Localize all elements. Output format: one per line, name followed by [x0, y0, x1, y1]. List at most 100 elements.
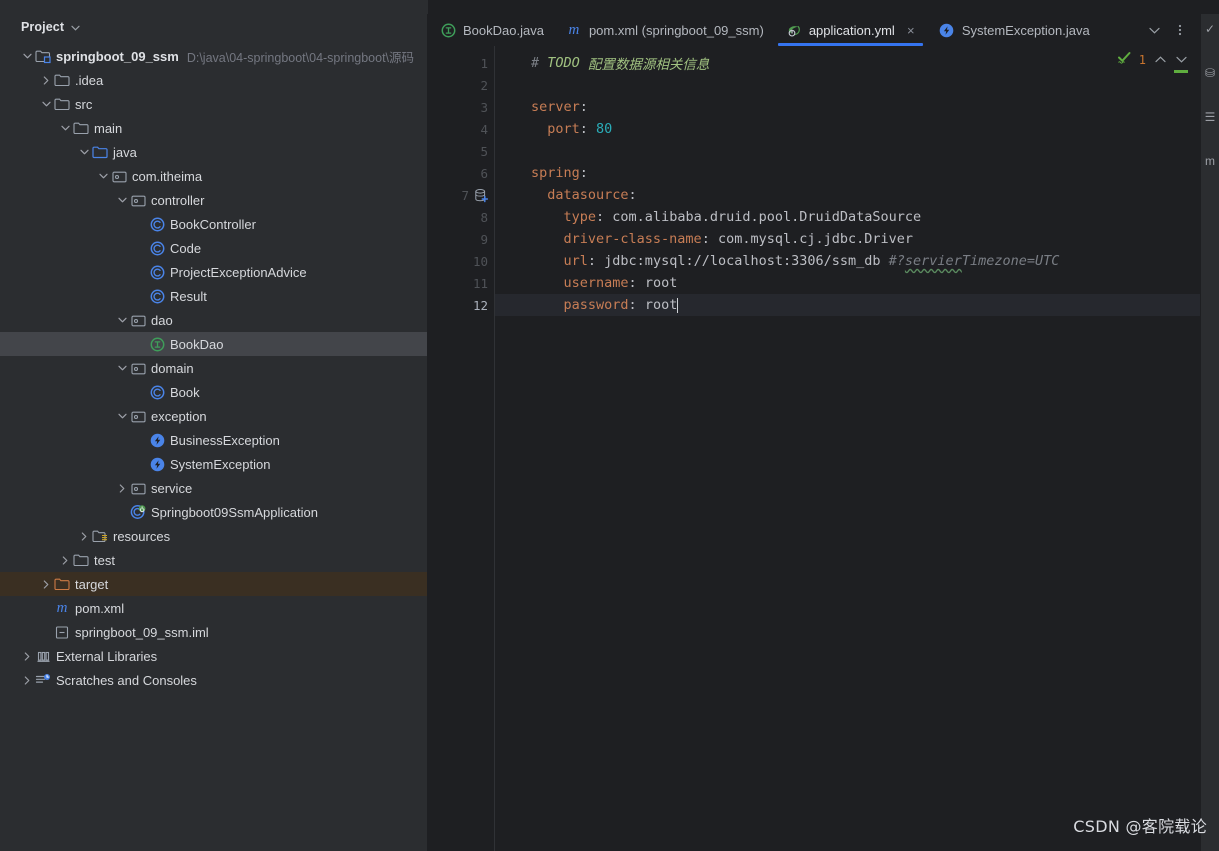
- gutter-line-1[interactable]: 1: [428, 52, 494, 74]
- tree-row-exception[interactable]: exception: [0, 404, 427, 428]
- tree-row-idea[interactable]: .idea: [0, 68, 427, 92]
- gutter-line-5[interactable]: 5: [428, 140, 494, 162]
- editor-tab-label: SystemException.java: [961, 22, 1090, 38]
- notifications-icon[interactable]: ✓: [1201, 20, 1219, 38]
- tree-row-businessexception[interactable]: BusinessException: [0, 428, 427, 452]
- code-line-12[interactable]: password: root: [495, 294, 1200, 316]
- chevron-down-icon[interactable]: [115, 404, 129, 428]
- tree-row-scratches-and-consoles[interactable]: Scratches and Consoles: [0, 668, 427, 692]
- gutter-line-6[interactable]: 6: [428, 162, 494, 184]
- gutter-line-10[interactable]: 10: [428, 250, 494, 272]
- chevron-down-icon[interactable]: [115, 308, 129, 332]
- chevron-right-icon[interactable]: [20, 668, 34, 692]
- code-line-2[interactable]: [495, 74, 1200, 96]
- line-number: 11: [472, 275, 488, 291]
- csdn-watermark: CSDN @客院载论: [1073, 817, 1207, 836]
- gutter-line-9[interactable]: 9: [428, 228, 494, 250]
- tree-row-controller[interactable]: controller: [0, 188, 427, 212]
- editor-tab-application-yml[interactable]: application.yml ×: [774, 14, 927, 46]
- chevron-down-icon[interactable]: [115, 356, 129, 380]
- project-panel-title: Project: [21, 20, 65, 34]
- gutter-line-8[interactable]: 8: [428, 206, 494, 228]
- gutter-line-7[interactable]: 7: [428, 184, 494, 206]
- tree-row-src[interactable]: src: [0, 92, 427, 116]
- right-tool-strip[interactable]: ✓ ⛁ ☰ m: [1200, 14, 1219, 851]
- chevron-down-icon[interactable]: [115, 188, 129, 212]
- tree-row-dao[interactable]: dao: [0, 308, 427, 332]
- chevron-right-icon[interactable]: [77, 524, 91, 548]
- code-line-5[interactable]: [495, 140, 1200, 162]
- inspection-widget[interactable]: 1: [1117, 51, 1188, 73]
- class-icon: [148, 260, 166, 284]
- editor-code[interactable]: # TODO 配置数据源相关信息 server: port: 80 spring: …: [494, 46, 1200, 851]
- gutter-line-12[interactable]: 12: [428, 294, 494, 316]
- tree-row-target[interactable]: target: [0, 572, 427, 596]
- chevron-right-icon[interactable]: [39, 68, 53, 92]
- chevron-down-icon[interactable]: [58, 116, 72, 140]
- chevron-right-icon[interactable]: [115, 476, 129, 500]
- chevron-down-icon[interactable]: [39, 92, 53, 116]
- tree-row-main[interactable]: main: [0, 116, 427, 140]
- editor-tab-bookdao-java[interactable]: BookDao.java: [428, 14, 554, 46]
- gutter-line-11[interactable]: 11: [428, 272, 494, 294]
- tree-row-springboot09ssmapplication[interactable]: Springboot09SsmApplication: [0, 500, 427, 524]
- gutter-line-2[interactable]: 2: [428, 74, 494, 96]
- bookmarks-icon[interactable]: ☰: [1201, 108, 1219, 126]
- chevron-down-icon[interactable]: [77, 140, 91, 164]
- interface-icon: [440, 22, 456, 38]
- editor-viewport[interactable]: 1 1 2 3 4 5 6 7 8 9 10 11 12 # TODO 配置数据源相关信息 server…: [428, 46, 1200, 851]
- class-icon: [148, 236, 166, 260]
- chevron-down-icon[interactable]: [1174, 54, 1188, 73]
- code-line-7[interactable]: datasource:: [495, 184, 1200, 206]
- code-token-key: driver-class-name: [531, 231, 702, 247]
- chevron-down-icon[interactable]: [96, 164, 110, 188]
- database-icon[interactable]: ⛁: [1201, 64, 1219, 82]
- code-line-9[interactable]: driver-class-name: com.mysql.cj.jdbc.Dri…: [495, 228, 1200, 250]
- code-line-11[interactable]: username: root: [495, 272, 1200, 294]
- tree-row-springboot-09-ssm[interactable]: springboot_09_ssm D:\java\04-springboot\0…: [0, 44, 427, 68]
- chevron-down-icon[interactable]: [20, 44, 34, 68]
- tree-row-systemexception[interactable]: SystemException: [0, 452, 427, 476]
- chevron-right-icon[interactable]: [58, 548, 72, 572]
- editor-tab-bar[interactable]: BookDao.java m pom.xml (springboot_09_ssm)…: [428, 14, 1200, 46]
- code-line-6[interactable]: spring:: [495, 162, 1200, 184]
- close-icon[interactable]: ×: [905, 24, 917, 37]
- chevron-right-icon[interactable]: [20, 644, 34, 668]
- code-line-1[interactable]: # TODO 配置数据源相关信息: [495, 52, 1200, 74]
- tree-row-bookdao[interactable]: BookDao: [0, 332, 427, 356]
- more-vertical-icon[interactable]: [1168, 16, 1192, 44]
- tree-row-springboot-09-ssm-iml[interactable]: springboot_09_ssm.iml: [0, 620, 427, 644]
- project-panel-header[interactable]: Project: [0, 14, 427, 40]
- tree-row-code[interactable]: Code: [0, 236, 427, 260]
- datasource-add-icon[interactable]: [474, 187, 488, 203]
- tree-row-java[interactable]: java: [0, 140, 427, 164]
- maven-tool-icon[interactable]: m: [1201, 152, 1219, 170]
- chevron-up-icon[interactable]: [1153, 54, 1167, 66]
- editor-tab-systemexception-java[interactable]: SystemException.java: [927, 14, 1100, 46]
- chevron-down-icon[interactable]: [71, 24, 80, 33]
- gutter-line-3[interactable]: 3: [428, 96, 494, 118]
- tree-row-book[interactable]: Book: [0, 380, 427, 404]
- gutter-line-4[interactable]: 4: [428, 118, 494, 140]
- tree-row-pom-xml[interactable]: m pom.xml: [0, 596, 427, 620]
- tree-row-external-libraries[interactable]: External Libraries: [0, 644, 427, 668]
- editor-tab-pom-xml[interactable]: m pom.xml (springboot_09_ssm): [554, 14, 774, 46]
- tree-row-com-itheima[interactable]: com.itheima: [0, 164, 427, 188]
- chevron-down-icon[interactable]: [1142, 16, 1166, 44]
- tree-row-resources[interactable]: resources: [0, 524, 427, 548]
- editor-gutter[interactable]: 1 2 3 4 5 6 7 8 9 10 11 12: [428, 46, 494, 851]
- code-line-10[interactable]: url: jdbc:mysql://localhost:3306/ssm_db …: [495, 250, 1200, 272]
- tree-row-result[interactable]: Result: [0, 284, 427, 308]
- tree-row-service[interactable]: service: [0, 476, 427, 500]
- chevron-right-icon[interactable]: [39, 572, 53, 596]
- tree-row-bookcontroller[interactable]: BookController: [0, 212, 427, 236]
- code-line-4[interactable]: port: 80: [495, 118, 1200, 140]
- tree-row-domain[interactable]: domain: [0, 356, 427, 380]
- code-line-3[interactable]: server:: [495, 96, 1200, 118]
- tree-row-test[interactable]: test: [0, 548, 427, 572]
- code-token-comment: Timezone=UTC: [961, 253, 1060, 269]
- code-line-8[interactable]: type: com.alibaba.druid.pool.DruidDataSo…: [495, 206, 1200, 228]
- tree-row-projectexceptionadvice[interactable]: ProjectExceptionAdvice: [0, 260, 427, 284]
- project-tree[interactable]: springboot_09_ssm D:\java\04-springboot\0…: [0, 40, 427, 692]
